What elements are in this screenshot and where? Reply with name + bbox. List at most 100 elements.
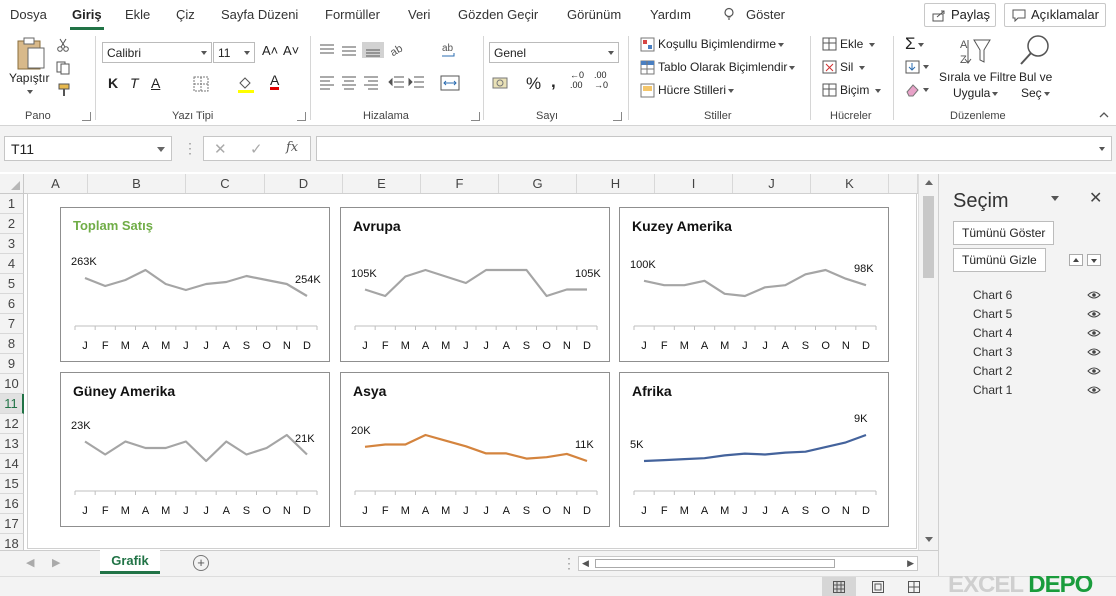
align-launcher-icon[interactable] xyxy=(471,112,480,121)
row-header[interactable]: 1 xyxy=(0,194,24,214)
tab-formuller[interactable]: Formüller xyxy=(325,7,380,22)
prev-sheet-icon[interactable]: ◀ xyxy=(26,556,34,569)
conditional-format-icon[interactable] xyxy=(640,37,655,52)
insert-cells-button[interactable]: Ekle xyxy=(840,37,875,51)
column-header[interactable]: G xyxy=(499,174,577,194)
tell-me-search[interactable]: Göster xyxy=(746,7,785,22)
cell-styles-icon[interactable] xyxy=(640,83,655,98)
row-header[interactable]: 8 xyxy=(0,334,24,354)
insert-cells-icon[interactable] xyxy=(822,37,837,51)
selection-item[interactable]: Chart 5 xyxy=(973,307,1012,321)
row-header[interactable]: 11 xyxy=(0,394,24,414)
currency-icon[interactable] xyxy=(492,75,516,91)
scroll-left-icon[interactable]: ◀ xyxy=(582,558,589,569)
fill-color-icon[interactable] xyxy=(237,75,255,93)
scroll-up-icon[interactable] xyxy=(925,180,933,185)
find-select-icon[interactable] xyxy=(1018,34,1052,66)
column-header[interactable]: J xyxy=(733,174,811,194)
selection-item[interactable]: Chart 3 xyxy=(973,345,1012,359)
number-launcher-icon[interactable] xyxy=(613,112,622,121)
column-header[interactable]: F xyxy=(421,174,499,194)
find-select-label-2[interactable]: Seç xyxy=(1021,86,1050,100)
send-backward-button[interactable] xyxy=(1087,254,1101,266)
decrease-font-icon[interactable]: A˅ xyxy=(283,43,299,58)
bring-forward-button[interactable] xyxy=(1069,254,1083,266)
lightbulb-search-icon[interactable] xyxy=(722,7,736,21)
insert-function-icon[interactable]: fx xyxy=(286,140,298,155)
tab-giris[interactable]: Giriş xyxy=(70,7,104,30)
row-header[interactable]: 16 xyxy=(0,494,24,514)
vertical-scrollbar[interactable] xyxy=(918,174,938,550)
share-button[interactable]: Paylaş xyxy=(924,3,996,27)
format-as-table-icon[interactable] xyxy=(640,60,655,75)
orientation-icon[interactable]: ab xyxy=(388,40,412,58)
chart-6[interactable]: Afrika J F M A M J J A S O N D 5K 9K xyxy=(619,372,889,527)
column-header[interactable]: H xyxy=(577,174,655,194)
hscroll-thumb[interactable] xyxy=(595,559,835,568)
tab-veri[interactable]: Veri xyxy=(408,7,430,22)
sort-filter-icon[interactable]: AZ xyxy=(958,36,992,68)
column-header[interactable]: E xyxy=(343,174,421,194)
row-header[interactable]: 4 xyxy=(0,254,24,274)
visibility-eye-icon[interactable] xyxy=(1087,347,1101,357)
row-header[interactable]: 7 xyxy=(0,314,24,334)
visibility-eye-icon[interactable] xyxy=(1087,328,1101,338)
scroll-down-icon[interactable] xyxy=(925,537,933,542)
page-break-icon[interactable] xyxy=(908,581,920,593)
tab-sayfa-duzeni[interactable]: Sayfa Düzeni xyxy=(221,7,298,22)
horizontal-scrollbar[interactable]: ◀ ▶ xyxy=(578,556,918,571)
row-header[interactable]: 14 xyxy=(0,454,24,474)
tab-ekle[interactable]: Ekle xyxy=(125,7,150,22)
row-header[interactable]: 17 xyxy=(0,514,24,534)
add-sheet-icon[interactable]: + xyxy=(193,555,209,571)
row-header[interactable]: 15 xyxy=(0,474,24,494)
selection-item[interactable]: Chart 1 xyxy=(973,383,1012,397)
cell-styles-button[interactable]: Hücre Stilleri xyxy=(658,83,735,97)
merge-center-icon[interactable] xyxy=(440,75,460,91)
horizontal-align-icons[interactable] xyxy=(318,74,398,90)
clear-icon[interactable] xyxy=(905,83,931,97)
scroll-thumb[interactable] xyxy=(923,196,934,278)
column-header[interactable]: A xyxy=(24,174,88,194)
collapse-ribbon-icon[interactable] xyxy=(1098,110,1110,120)
normal-view-button[interactable] xyxy=(822,577,856,596)
visibility-eye-icon[interactable] xyxy=(1087,309,1101,319)
show-all-button[interactable]: Tümünü Göster xyxy=(953,221,1055,245)
format-cells-icon[interactable] xyxy=(822,83,837,97)
chart-1[interactable]: Toplam Satış J F M A M J J A S O N D 263K 254K xyxy=(60,207,330,362)
comments-button[interactable]: Açıklamalar xyxy=(1004,3,1106,27)
row-header[interactable]: 18 xyxy=(0,534,24,550)
percent-icon[interactable]: % xyxy=(526,74,541,94)
sheet-tab-grafik[interactable]: Grafik xyxy=(100,550,160,574)
row-header[interactable]: 9 xyxy=(0,354,24,374)
row-header[interactable]: 5 xyxy=(0,274,24,294)
find-select-label[interactable]: Bul ve xyxy=(1019,70,1052,84)
tab-dosya[interactable]: Dosya xyxy=(10,7,47,22)
comma-style-icon[interactable]: , xyxy=(551,72,556,92)
formula-input[interactable] xyxy=(316,136,1112,161)
name-box[interactable]: T11 xyxy=(4,136,172,161)
row-header[interactable]: 12 xyxy=(0,414,24,434)
number-format-select[interactable]: Genel xyxy=(489,42,619,63)
vertical-align-icons[interactable] xyxy=(318,42,398,58)
tab-gozden-gecir[interactable]: Gözden Geçir xyxy=(458,7,538,22)
scroll-right-icon[interactable]: ▶ xyxy=(907,558,914,569)
close-icon[interactable]: ✕ xyxy=(1089,188,1102,208)
visibility-eye-icon[interactable] xyxy=(1087,366,1101,376)
borders-icon[interactable] xyxy=(193,76,209,92)
font-color-icon[interactable]: A xyxy=(270,73,280,90)
decimal-decrease-icon[interactable]: .00 →0 xyxy=(594,70,608,90)
row-header[interactable]: 13 xyxy=(0,434,24,454)
tab-splitter-icon[interactable]: ⋮ xyxy=(562,555,576,572)
confirm-entry-icon[interactable]: ✓ xyxy=(250,140,263,158)
tab-ciz[interactable]: Çiz xyxy=(176,7,195,22)
row-header[interactable]: 10 xyxy=(0,374,24,394)
fill-icon[interactable] xyxy=(905,60,931,74)
chart-2[interactable]: Avrupa J F M A M J J A S O N D 105K 105K xyxy=(340,207,610,362)
sort-filter-label[interactable]: Sırala ve Filtre xyxy=(939,70,1016,84)
visibility-eye-icon[interactable] xyxy=(1087,290,1101,300)
chart-3[interactable]: Kuzey Amerika J F M A M J J A S O N D 100K 98K xyxy=(619,207,889,362)
row-header[interactable]: 3 xyxy=(0,234,24,254)
font-launcher-icon[interactable] xyxy=(297,112,306,121)
delete-cells-button[interactable]: Sil xyxy=(840,60,865,74)
